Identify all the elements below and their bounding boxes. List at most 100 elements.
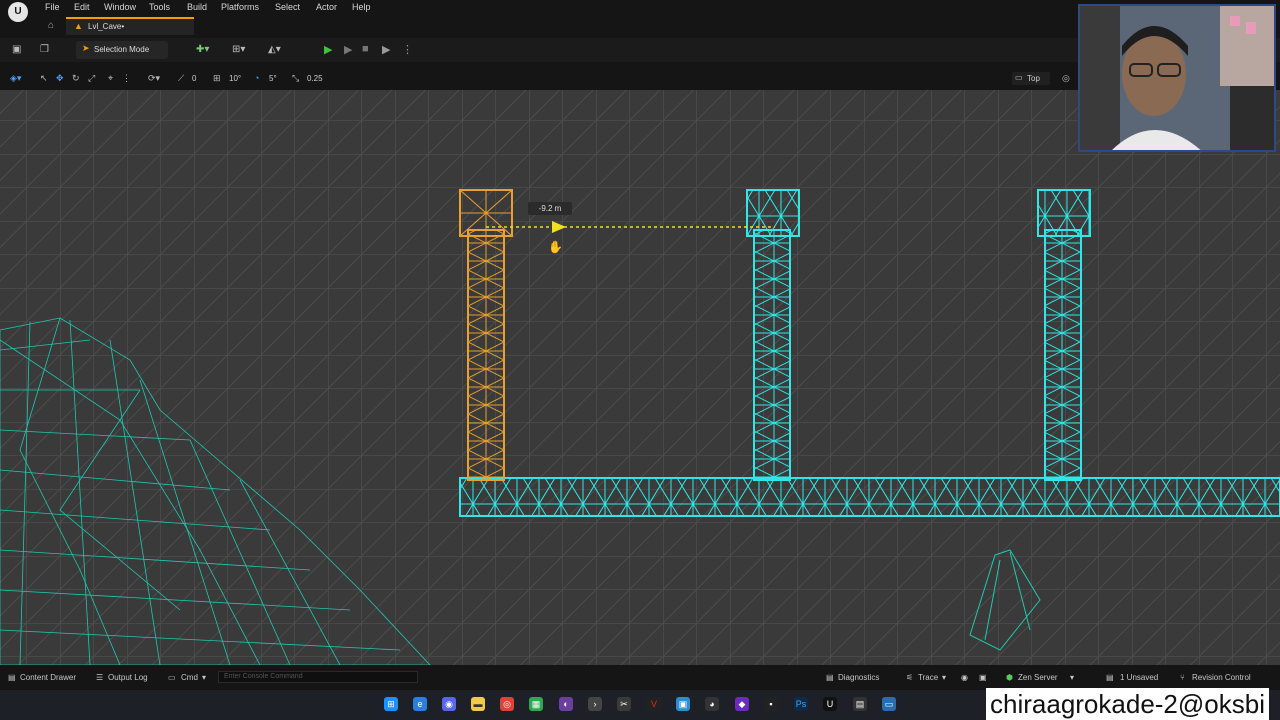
menu-window[interactable]: Window xyxy=(104,2,136,12)
unsaved-icon[interactable]: ▤ xyxy=(1106,673,1114,682)
edge-icon[interactable]: e xyxy=(413,697,427,711)
play-icon[interactable]: ▶ xyxy=(324,43,332,56)
world-local-icon[interactable]: ⟳▾ xyxy=(148,73,160,84)
selection-mode-label: Selection Mode xyxy=(94,45,150,54)
level-viewport[interactable] xyxy=(0,90,1280,665)
obs-icon[interactable]: ◐ xyxy=(559,697,573,711)
terminal-icon[interactable]: › xyxy=(588,697,602,711)
trace-chevron-icon[interactable]: ▾ xyxy=(942,673,946,682)
app-icon-1[interactable]: ▪ xyxy=(764,697,778,711)
zen-chevron-icon[interactable]: ▾ xyxy=(1070,673,1074,682)
grid-snap-icon[interactable]: ⟋ xyxy=(178,73,184,84)
revision-control-icon[interactable]: ⑂ xyxy=(1180,673,1185,682)
view-mode-label: Top xyxy=(1027,74,1040,83)
scale-snap-icon[interactable]: ⤡ xyxy=(292,73,299,84)
menu-tools[interactable]: Tools xyxy=(149,2,170,12)
viewport-grid xyxy=(0,90,1280,665)
measure-distance-label: -9.2 m xyxy=(528,202,572,215)
zen-server-icon[interactable]: ⬢ xyxy=(1006,673,1013,682)
pillar-selected[interactable] xyxy=(467,229,505,481)
console-input[interactable]: Enter Console Command xyxy=(218,671,418,683)
more-icon[interactable]: ⋮ xyxy=(122,73,131,84)
vivaldi-icon[interactable]: V xyxy=(647,697,661,711)
save-icon[interactable]: ▣ xyxy=(12,44,21,55)
rotation-snap-icon[interactable]: ◔ xyxy=(254,73,259,83)
chrome-icon[interactable]: ◎ xyxy=(500,697,514,711)
output-log-icon[interactable]: ☰ xyxy=(96,673,103,682)
menu-platforms[interactable]: Platforms xyxy=(221,2,259,12)
menu-file[interactable]: File xyxy=(45,2,60,12)
more-options-icon[interactable]: ⋮ xyxy=(402,43,413,56)
menu-select[interactable]: Select xyxy=(275,2,300,12)
menu-actor[interactable]: Actor xyxy=(316,2,337,12)
view-mode-button[interactable]: ▭ Top xyxy=(1012,72,1050,85)
trace-button[interactable]: Trace xyxy=(918,673,938,682)
record-icon[interactable]: ◉ xyxy=(961,673,968,682)
store-icon[interactable]: ▣ xyxy=(676,697,690,711)
stop-icon[interactable]: ■ xyxy=(362,43,369,55)
output-log-button[interactable]: Output Log xyxy=(108,673,148,682)
menu-help[interactable]: Help xyxy=(352,2,371,12)
home-icon[interactable]: ⌂ xyxy=(48,20,54,31)
github-icon[interactable]: ◕ xyxy=(705,697,719,711)
app-icon-2[interactable]: ▤ xyxy=(853,697,867,711)
revision-control-button[interactable]: Revision Control xyxy=(1192,673,1251,682)
app-icon-3[interactable]: ▭ xyxy=(882,697,896,711)
angle-snap-value[interactable]: 10° xyxy=(229,74,241,83)
webcam-feed xyxy=(1080,6,1274,150)
photoshop-icon[interactable]: Ps xyxy=(794,697,808,711)
location-grid-icon[interactable]: ⊞ xyxy=(213,73,221,84)
sheets-icon[interactable]: ▦ xyxy=(529,697,543,711)
visual-studio-icon[interactable]: ◆ xyxy=(735,697,749,711)
file-explorer-icon[interactable]: ▬ xyxy=(471,697,485,711)
mode-arrow-icon: ➤ xyxy=(82,43,90,53)
pillar-middle-cap[interactable] xyxy=(746,189,800,237)
grid-snap-value[interactable]: 0 xyxy=(192,74,196,83)
watermark-text: chiraagrokade-2@oksbi xyxy=(986,688,1269,720)
content-drawer-button[interactable]: Content Drawer xyxy=(20,673,76,682)
level-icon: ▲ xyxy=(74,21,83,31)
diagnostics-icon[interactable]: ▤ xyxy=(826,673,834,682)
rotation-snap-value[interactable]: 5° xyxy=(269,74,277,83)
select-tool-icon[interactable]: ◈▾ xyxy=(10,73,21,84)
content-drawer-icon[interactable]: ▤ xyxy=(8,673,16,682)
play-next-icon[interactable]: ▶ xyxy=(344,43,352,56)
blueprint-icon[interactable]: ⊞▾ xyxy=(232,44,245,55)
wireframe-scene xyxy=(0,90,1280,665)
scale-icon[interactable]: ⤢ xyxy=(88,73,95,84)
zen-server-button[interactable]: Zen Server xyxy=(1018,673,1058,682)
cmd-icon[interactable]: ▭ xyxy=(168,673,176,682)
snapshot-icon[interactable]: ▣ xyxy=(979,673,987,682)
pillar-right-cap[interactable] xyxy=(1037,189,1091,237)
unreal-logo-icon[interactable]: U xyxy=(8,2,28,22)
snipping-icon[interactable]: ✂ xyxy=(617,697,631,711)
browse-icon[interactable]: ❐ xyxy=(40,44,49,55)
ortho-icon: ▭ xyxy=(1015,73,1023,82)
trace-icon[interactable]: ⚟ xyxy=(906,673,913,682)
scale-snap-value[interactable]: 0.25 xyxy=(307,74,323,83)
menu-edit[interactable]: Edit xyxy=(74,2,90,12)
pointer-icon[interactable]: ↖ xyxy=(40,73,48,84)
diagnostics-button[interactable]: Diagnostics xyxy=(838,673,879,682)
unsaved-button[interactable]: 1 Unsaved xyxy=(1120,673,1158,682)
unreal-taskbar-icon[interactable]: U xyxy=(823,697,837,711)
surface-snap-icon[interactable]: ⌖ xyxy=(108,73,113,84)
cmd-dropdown[interactable]: Cmd xyxy=(181,673,198,682)
rotate-icon[interactable]: ↻ xyxy=(72,73,80,84)
cmd-chevron-icon[interactable]: ▾ xyxy=(202,673,206,682)
start-icon[interactable]: ⊞ xyxy=(384,697,398,711)
tab-level[interactable]: ▲ Lvl_Cave• xyxy=(66,17,194,35)
level-tab-label: Lvl_Cave• xyxy=(88,22,125,31)
menu-build[interactable]: Build xyxy=(187,2,207,12)
lit-mode-icon[interactable]: ◎ xyxy=(1062,73,1070,84)
horizontal-beam[interactable] xyxy=(459,477,1280,517)
selection-mode-button[interactable]: ➤ Selection Mode xyxy=(76,41,168,59)
pillar-middle[interactable] xyxy=(753,229,791,481)
cinematics-icon[interactable]: ◭▾ xyxy=(268,44,281,55)
add-actor-icon[interactable]: ✚▾ xyxy=(196,44,209,55)
webcam-overlay xyxy=(1078,4,1276,152)
discord-icon[interactable]: ◉ xyxy=(442,697,456,711)
eject-icon[interactable]: ▶ xyxy=(382,43,390,56)
move-icon[interactable]: ✥ xyxy=(56,73,64,84)
pillar-right[interactable] xyxy=(1044,229,1082,481)
